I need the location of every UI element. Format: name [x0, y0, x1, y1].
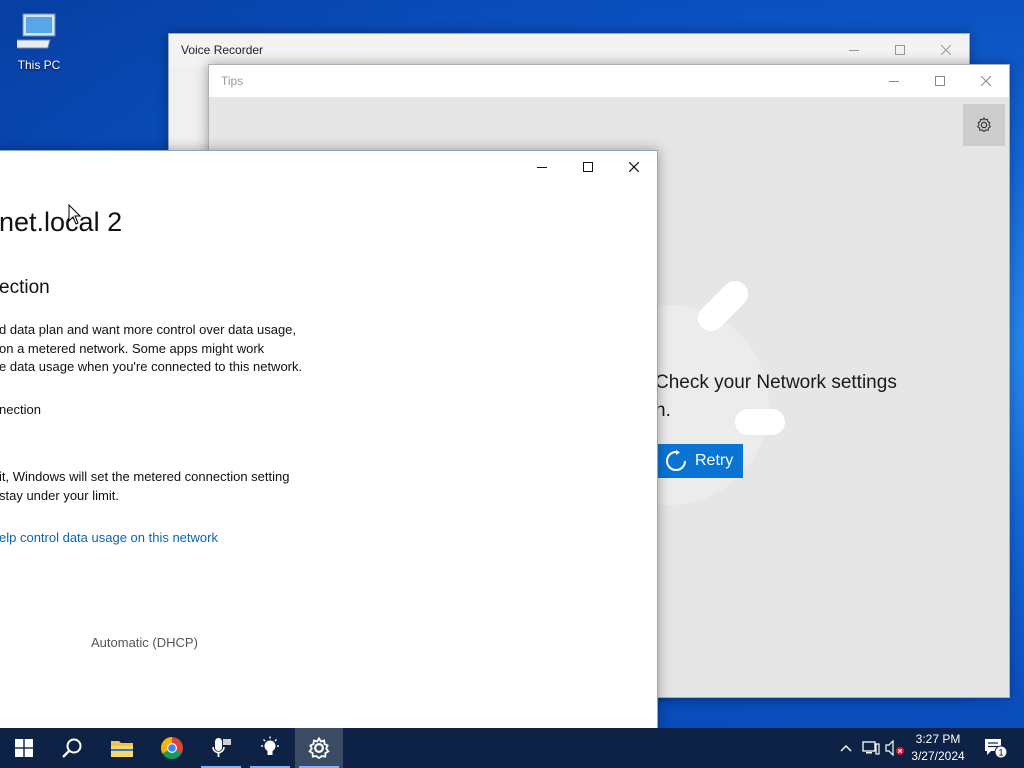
metered-connection-toggle-label: nection: [0, 402, 41, 417]
maximize-icon: [935, 76, 945, 86]
retry-button[interactable]: Retry: [655, 444, 743, 478]
description-line: stay under your limit.: [0, 487, 119, 503]
metered-connection-heading: ection: [0, 277, 50, 298]
close-icon: [981, 76, 991, 86]
gear-icon: [308, 737, 330, 759]
settings-titlebar[interactable]: [0, 151, 657, 183]
close-button[interactable]: [923, 34, 969, 66]
data-limit-description: it, Windows will set the metered connect…: [0, 468, 289, 505]
taskbar-settings[interactable]: [295, 728, 343, 768]
taskbar-tips[interactable]: [246, 728, 294, 768]
network-icon: [862, 741, 880, 755]
notification-icon: 1: [985, 739, 1008, 759]
minimize-icon: [849, 50, 859, 51]
tips-titlebar[interactable]: Tips: [209, 65, 1009, 97]
folder-icon: [111, 741, 133, 757]
lightbulb-icon: [261, 736, 279, 755]
description-line: on a metered network. Some apps might wo…: [0, 340, 265, 356]
minimize-button[interactable]: [831, 34, 877, 66]
taskbar: 3:27 PM 3/27/2024 1: [0, 728, 1024, 768]
metered-connection-description: d data plan and want more control over d…: [0, 321, 302, 377]
computer-icon: [17, 13, 56, 49]
retry-button-label: Retry: [695, 452, 734, 469]
description-line: e data usage when you're connected to th…: [0, 359, 303, 374]
notification-count: 1: [998, 748, 1003, 758]
search-icon: [62, 738, 82, 758]
minimize-button[interactable]: [519, 151, 565, 183]
description-line: d data plan and want more control over d…: [0, 322, 297, 337]
speaker-muted-icon: [885, 740, 904, 756]
window-title: Voice Recorder: [181, 43, 264, 57]
start-button[interactable]: [0, 728, 48, 768]
data-usage-link[interactable]: elp control data usage on this network: [0, 530, 218, 545]
desktop-icon-this-pc[interactable]: This PC: [10, 10, 68, 72]
mouse-cursor-icon: [68, 204, 82, 225]
chevron-up-icon: [840, 745, 852, 752]
network-error-message: Check your Network settings n.: [655, 369, 897, 425]
voice-recorder-titlebar[interactable]: Voice Recorder: [169, 34, 969, 66]
maximize-icon: [895, 45, 905, 55]
minimize-button[interactable]: [871, 65, 917, 97]
maximize-button[interactable]: [565, 151, 611, 183]
minimize-icon: [537, 167, 547, 168]
microphone-icon: [212, 738, 231, 757]
gear-icon: [976, 116, 992, 133]
network-tray-button[interactable]: [860, 728, 882, 768]
taskbar-clock[interactable]: 3:27 PM 3/27/2024: [904, 731, 972, 765]
taskbar-voice-recorder[interactable]: [197, 728, 245, 768]
maximize-button[interactable]: [877, 34, 923, 66]
tips-settings-button[interactable]: [963, 104, 1005, 146]
show-hidden-icons-button[interactable]: [836, 728, 856, 768]
maximize-icon: [583, 162, 593, 172]
search-button[interactable]: [48, 728, 96, 768]
action-center-button[interactable]: 1: [978, 728, 1012, 768]
taskbar-chrome[interactable]: [148, 728, 196, 768]
minimize-icon: [889, 81, 899, 82]
volume-tray-button[interactable]: [884, 728, 906, 768]
maximize-button[interactable]: [917, 65, 963, 97]
taskbar-file-explorer[interactable]: [98, 728, 146, 768]
close-icon: [941, 45, 951, 55]
clock-date: 3/27/2024: [911, 749, 965, 763]
close-icon: [629, 162, 639, 172]
description-line: it, Windows will set the metered connect…: [0, 469, 290, 484]
network-error-line-2: n.: [655, 400, 671, 421]
close-button[interactable]: [963, 65, 1009, 97]
clock-time: 3:27 PM: [915, 732, 961, 746]
windows-logo-icon: [15, 739, 33, 757]
settings-window: net.local 2 ection d data plan and want …: [0, 150, 658, 730]
network-error-line-1: Check your Network settings: [655, 372, 897, 393]
close-button[interactable]: [611, 151, 657, 183]
refresh-icon: [666, 450, 686, 471]
ip-assignment-value: Automatic (DHCP): [91, 635, 198, 650]
window-title: Tips: [221, 74, 244, 88]
desktop-icon-label: This PC: [17, 58, 61, 72]
chrome-icon: [161, 737, 183, 759]
page-title: net.local 2: [0, 207, 123, 237]
